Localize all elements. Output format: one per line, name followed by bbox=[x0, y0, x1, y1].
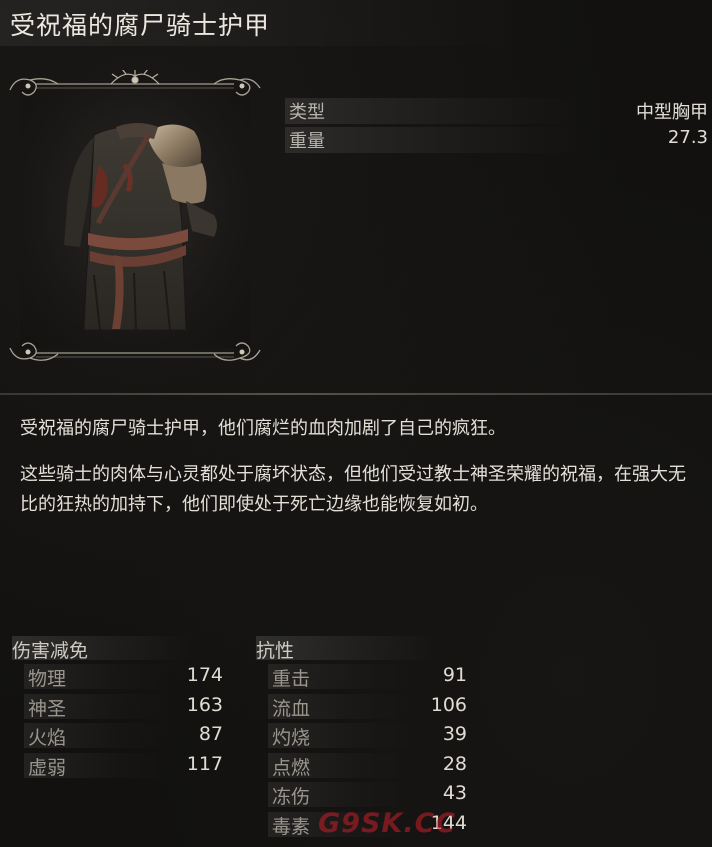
stat-row: 冻伤 43 bbox=[256, 780, 469, 810]
damage-negation-heading: 伤害减免 bbox=[12, 640, 89, 662]
property-value: 27.3 bbox=[667, 127, 708, 148]
stat-row: 灼烧 39 bbox=[256, 721, 469, 751]
property-label: 重量 bbox=[289, 131, 325, 152]
property-type-row: 类型 中型胸甲 bbox=[285, 97, 708, 126]
property-label: 类型 bbox=[289, 102, 325, 123]
stat-row: 虚弱 117 bbox=[12, 751, 227, 781]
description-paragraph: 受祝福的腐尸骑士护甲，他们腐烂的血肉加剧了自己的疯狂。 bbox=[20, 418, 506, 439]
resistance-header: 抗性 bbox=[256, 634, 469, 662]
stat-row: 物理 174 bbox=[12, 662, 227, 692]
item-properties: 类型 中型胸甲 重量 27.3 bbox=[285, 97, 708, 155]
row-highlight bbox=[285, 98, 585, 124]
stat-row: 神圣 163 bbox=[12, 692, 227, 722]
stat-value: 43 bbox=[442, 782, 467, 804]
stat-label: 点燃 bbox=[272, 756, 311, 779]
stat-value: 28 bbox=[442, 752, 467, 775]
resistance-heading: 抗性 bbox=[256, 640, 295, 662]
stat-value: 39 bbox=[442, 723, 467, 745]
stat-value: 163 bbox=[186, 693, 223, 716]
property-weight-row: 重量 27.3 bbox=[285, 126, 708, 155]
description-paragraph: 这些骑士的肉体与心灵都处于腐坏状态，但他们受过教士神圣荣耀的祝福，在强大无比的狂… bbox=[20, 464, 686, 515]
stat-label: 冻伤 bbox=[272, 786, 311, 808]
damage-negation-table: 伤害减免 物理 174 神圣 163 火焰 87 虚弱 117 bbox=[12, 634, 227, 780]
stat-label: 毒素 bbox=[272, 815, 311, 838]
stat-label: 流血 bbox=[272, 697, 311, 720]
item-image-frame bbox=[6, 70, 264, 370]
stat-row: 火焰 87 bbox=[12, 721, 227, 751]
stat-label: 灼烧 bbox=[272, 727, 311, 749]
stat-row: 流血 106 bbox=[256, 692, 469, 722]
damage-negation-header: 伤害减免 bbox=[12, 634, 227, 662]
stat-value: 87 bbox=[198, 723, 223, 745]
watermark-logo: G9SK.CC bbox=[318, 808, 457, 839]
stat-value: 106 bbox=[430, 693, 467, 716]
stat-label: 火焰 bbox=[28, 727, 67, 749]
stat-value: 174 bbox=[186, 664, 223, 686]
armor-chest-icon bbox=[64, 123, 217, 331]
stat-value: 91 bbox=[442, 664, 467, 686]
stat-row: 重击 91 bbox=[256, 662, 469, 692]
stat-label: 神圣 bbox=[28, 697, 67, 720]
item-title: 受祝福的腐尸骑士护甲 bbox=[10, 11, 271, 40]
item-description: 受祝福的腐尸骑士护甲，他们腐烂的血肉加剧了自己的疯狂。 这些骑士的肉体与心灵都处… bbox=[20, 414, 700, 536]
section-divider bbox=[0, 393, 712, 395]
stat-value: 117 bbox=[186, 752, 223, 775]
property-value: 中型胸甲 bbox=[636, 102, 708, 123]
row-highlight bbox=[285, 127, 585, 153]
stat-label: 物理 bbox=[28, 668, 67, 690]
stat-label: 重击 bbox=[272, 668, 311, 690]
stat-label: 虚弱 bbox=[28, 756, 67, 779]
stat-row: 点燃 28 bbox=[256, 751, 469, 781]
